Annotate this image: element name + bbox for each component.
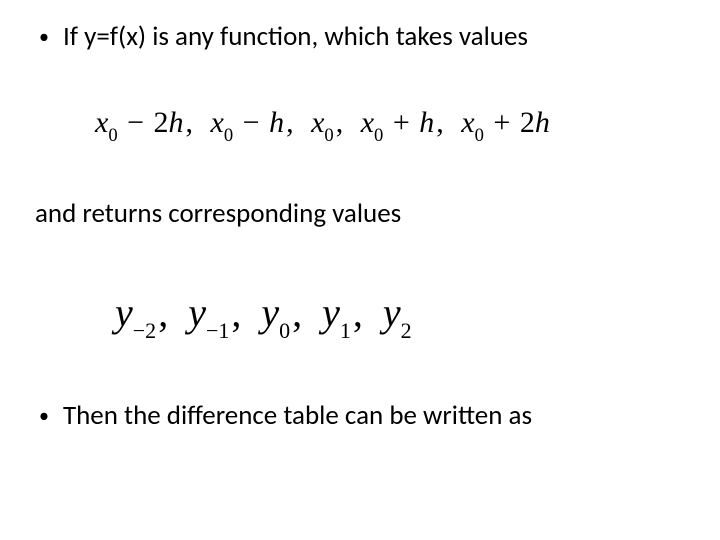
math-term-x0: x0 — [311, 106, 334, 145]
math-term-y-2: y2 — [383, 289, 412, 341]
math-sub: 0 — [279, 318, 290, 343]
math-var: h — [535, 106, 550, 139]
math-var: x — [361, 106, 374, 139]
math-var: y — [115, 290, 133, 335]
math-var: h — [419, 106, 434, 139]
math-term-y-0: y0 — [261, 289, 290, 341]
math-comma: , — [290, 290, 312, 335]
math-comma: , — [184, 106, 204, 139]
math-sub: 0 — [108, 125, 117, 146]
math-op: + — [491, 106, 512, 139]
math-var: y — [322, 290, 340, 335]
math-sub: −2 — [133, 318, 156, 343]
bullet-item-2: • Then the difference table can be writt… — [35, 399, 685, 433]
math-comma: , — [229, 290, 251, 335]
math-op: + — [391, 106, 412, 139]
math-comma: , — [284, 106, 304, 139]
math-var: x — [461, 106, 474, 139]
math-var: y — [383, 290, 401, 335]
math-comma: , — [334, 106, 354, 139]
bullet-dot-icon: • — [39, 399, 49, 433]
math-y-values: y−2 , y−1 , y0 , y1 , y2 — [115, 289, 685, 341]
math-num: 2 — [520, 106, 535, 139]
bullet-text-1: If y=f(x) is any function, which takes v… — [63, 20, 685, 54]
math-comma: , — [351, 290, 373, 335]
math-term-x0-plus-h: x0 + h — [361, 106, 435, 145]
math-var: x — [95, 106, 108, 139]
math-var: x — [311, 106, 324, 139]
math-num: 2 — [154, 106, 169, 139]
math-op: − — [241, 106, 262, 139]
math-sub: 0 — [324, 125, 333, 146]
continuation-text: and returns corresponding values — [35, 197, 685, 231]
bullet-dot-icon: • — [39, 20, 49, 54]
math-term-x0-plus-2h: x0 + 2h — [461, 106, 550, 145]
math-term-x0-minus-2h: x0 − 2h — [95, 106, 184, 145]
math-var: x — [211, 106, 224, 139]
math-op: − — [125, 106, 146, 139]
math-sub: 0 — [374, 125, 383, 146]
math-term-y-minus-1: y−1 — [188, 289, 229, 341]
math-term-x0-minus-h: x0 − h — [211, 106, 285, 145]
math-var: y — [188, 290, 206, 335]
math-x-values: x0 − 2h , x0 − h , x0 , x0 + h , x0 + 2h — [95, 106, 685, 145]
math-sub: 2 — [401, 318, 412, 343]
bullet-item-1: • If y=f(x) is any function, which takes… — [35, 20, 685, 54]
math-var: h — [269, 106, 284, 139]
math-comma: , — [434, 106, 454, 139]
math-sub: 0 — [224, 125, 233, 146]
math-sub: −1 — [206, 318, 229, 343]
math-comma: , — [156, 290, 178, 335]
bullet-text-2: Then the difference table can be written… — [63, 399, 685, 433]
math-term-y-1: y1 — [322, 289, 351, 341]
slide: • If y=f(x) is any function, which takes… — [0, 0, 720, 540]
math-term-y-minus-2: y−2 — [115, 289, 156, 341]
math-sub: 0 — [475, 125, 484, 146]
math-var: h — [169, 106, 184, 139]
math-var: y — [261, 290, 279, 335]
math-sub: 1 — [340, 318, 351, 343]
